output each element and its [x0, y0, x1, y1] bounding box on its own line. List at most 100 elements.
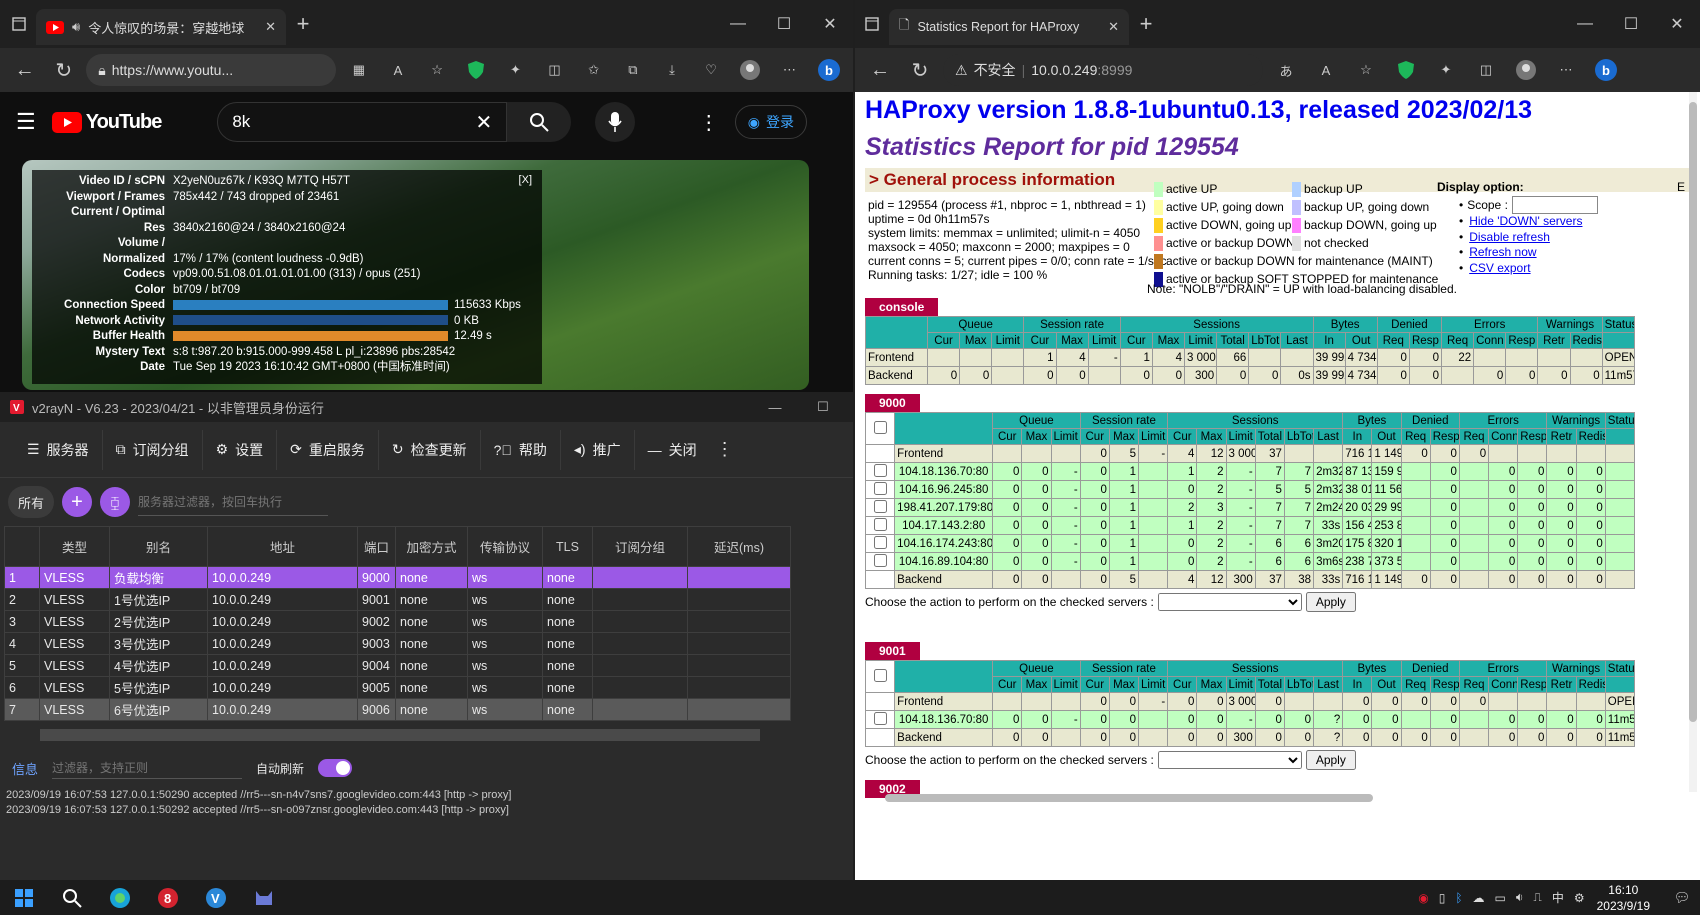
audio-playing-icon[interactable]: 🔊︎: [72, 19, 80, 35]
start-button[interactable]: [0, 880, 48, 915]
table-row[interactable]: 1 VLESS 负载均衡 10.0.0.249 9000 none ws none: [4, 566, 791, 589]
horizontal-scrollbar[interactable]: [40, 729, 760, 741]
clear-search-icon[interactable]: ✕: [476, 110, 493, 135]
split-screen-icon[interactable]: ◫: [538, 53, 571, 87]
notifications-icon[interactable]: 💬︎: [1664, 880, 1700, 915]
performance-icon[interactable]: ♡: [695, 53, 728, 87]
table-row[interactable]: 4 VLESS 3号优选IP 10.0.0.249 9003 none ws none: [4, 632, 791, 655]
display-option-link[interactable]: Hide 'DOWN' servers: [1469, 214, 1582, 228]
column-header[interactable]: 传输协议: [467, 526, 543, 567]
column-header[interactable]: [4, 526, 40, 567]
close-menu-button[interactable]: — 关闭: [635, 430, 710, 470]
display-option-link[interactable]: Refresh now: [1469, 245, 1536, 259]
maximize-button[interactable]: ☐: [761, 14, 807, 34]
promotion-button[interactable]: ◂) 推广: [561, 429, 635, 470]
tab-close-icon[interactable]: ✕: [1108, 19, 1119, 35]
volume-tray-icon[interactable]: 🔉︎: [1516, 890, 1524, 905]
column-header[interactable]: 类型: [39, 526, 110, 567]
add-group-button[interactable]: +: [62, 487, 93, 517]
server-checkbox[interactable]: [873, 711, 887, 725]
settings-menu[interactable]: ⚙ 设置: [203, 429, 278, 470]
shield-extension-icon[interactable]: [1389, 53, 1423, 87]
column-header[interactable]: 延迟(ms): [687, 526, 791, 567]
filter-all-chip[interactable]: 所有: [8, 486, 55, 518]
clock[interactable]: 16:10 2023/9/19: [1597, 882, 1650, 914]
read-aloud-icon[interactable]: A: [1309, 53, 1343, 87]
youtube-search-input[interactable]: 8k ✕: [217, 102, 508, 142]
server-checkbox[interactable]: [873, 463, 887, 477]
servers-menu[interactable]: ☰ 服务器: [14, 429, 103, 470]
address-bar[interactable]: ⚠ 不安全 | 10.0.0.249:8999: [943, 54, 1263, 86]
reload-icon[interactable]: ↻: [903, 53, 937, 87]
page-vscrollbar[interactable]: [1689, 92, 1697, 792]
bluetooth-tray-icon[interactable]: ᛒ: [1455, 891, 1462, 905]
more-menu-icon[interactable]: ⋯: [1549, 53, 1583, 87]
minimize-button[interactable]: —: [715, 15, 761, 33]
minimize-button[interactable]: —: [1562, 15, 1608, 33]
restart-service-button[interactable]: ⟳ 重启服务: [277, 429, 379, 470]
app-8-taskbar-icon[interactable]: 8: [144, 880, 192, 915]
v2rayn-taskbar-icon[interactable]: V: [192, 880, 240, 915]
favorites-icon[interactable]: ✩: [577, 53, 610, 87]
apps-icon[interactable]: ▦: [342, 53, 375, 87]
v2-minimize-button[interactable]: —: [755, 400, 795, 415]
search-button[interactable]: [507, 102, 572, 142]
column-header[interactable]: 订阅分组: [592, 526, 688, 567]
v2-more-icon[interactable]: ⋮: [710, 439, 734, 460]
tab-actions-icon[interactable]: [855, 7, 889, 41]
table-row[interactable]: 5 VLESS 4号优选IP 10.0.0.249 9004 none ws none: [4, 654, 791, 677]
server-checkbox[interactable]: [873, 517, 887, 531]
select-all-checkbox[interactable]: [873, 420, 887, 434]
tab-close-icon[interactable]: ✕: [265, 19, 276, 35]
log-filter-input[interactable]: [52, 757, 243, 779]
scope-input[interactable]: [1511, 196, 1598, 214]
table-row[interactable]: 7 VLESS 6号优选IP 10.0.0.249 9006 none ws none: [4, 698, 791, 721]
more-options-icon[interactable]: ⋮: [699, 110, 719, 135]
display-option-link[interactable]: CSV export: [1469, 261, 1530, 275]
table-row[interactable]: 2 VLESS 1号优选IP 10.0.0.249 9001 none ws none: [4, 588, 791, 611]
profile-avatar-icon[interactable]: [734, 53, 767, 87]
search-taskbar-icon[interactable]: [48, 880, 96, 915]
select-all-checkbox[interactable]: [873, 668, 887, 682]
ime-mode-icon[interactable]: ⚙: [1574, 891, 1585, 905]
login-button[interactable]: ◉ 登录: [734, 105, 807, 139]
server-checkbox[interactable]: [873, 499, 887, 513]
extensions-icon[interactable]: ✦: [1429, 53, 1463, 87]
split-screen-icon[interactable]: ◫: [1469, 53, 1503, 87]
back-icon[interactable]: ←: [863, 53, 897, 87]
close-button[interactable]: ✕: [1654, 14, 1700, 34]
tab-actions-icon[interactable]: [2, 7, 36, 41]
v2-maximize-button[interactable]: ☐: [803, 399, 843, 415]
apply-button[interactable]: Apply: [1305, 750, 1356, 770]
server-checkbox[interactable]: [873, 481, 887, 495]
right-active-tab[interactable]: 🗋︎ Statistics Report for HAProxy ✕: [889, 9, 1129, 45]
left-active-tab[interactable]: 🔊︎ 令人惊叹的场景：穿越地球 ✕: [36, 9, 286, 45]
usb-tray-icon[interactable]: ▯: [1439, 891, 1446, 905]
table-row[interactable]: 6 VLESS 5号优选IP 10.0.0.249 9005 none ws none: [4, 676, 791, 699]
apply-button[interactable]: Apply: [1305, 592, 1356, 612]
check-update-menu[interactable]: ↻ 检查更新: [379, 429, 481, 470]
close-button[interactable]: ✕: [807, 14, 853, 34]
extensions-icon[interactable]: ✦: [499, 53, 532, 87]
address-bar[interactable]: 🔒︎ https://www.youtu...: [86, 54, 337, 86]
edit-group-button[interactable]: ⧮: [100, 487, 131, 517]
read-aloud-icon[interactable]: A: [381, 53, 414, 87]
edge-taskbar-icon[interactable]: [96, 880, 144, 915]
server-filter-input[interactable]: [138, 488, 329, 516]
maximize-button[interactable]: ☐: [1608, 14, 1654, 34]
page-hscrollbar[interactable]: [885, 794, 1373, 802]
battery-tray-icon[interactable]: ▭: [1495, 891, 1506, 905]
table-row[interactable]: 3 VLESS 2号优选IP 10.0.0.249 9002 none ws none: [4, 610, 791, 633]
reload-icon[interactable]: ↻: [47, 53, 80, 87]
action-select[interactable]: [1157, 593, 1302, 611]
server-checkbox[interactable]: [873, 535, 887, 549]
v2ray-tray-icon[interactable]: ◉: [1418, 891, 1428, 905]
voice-search-button[interactable]: [595, 102, 636, 142]
stats-close-button[interactable]: [X]: [519, 174, 532, 186]
more-menu-icon[interactable]: ⋯: [773, 53, 806, 87]
display-option-link[interactable]: Disable refresh: [1469, 230, 1550, 244]
back-icon[interactable]: ←: [8, 53, 41, 87]
info-tab[interactable]: 信息: [12, 759, 38, 778]
download-icon[interactable]: ⤓: [655, 53, 688, 87]
bing-copilot-icon[interactable]: b: [812, 53, 845, 87]
